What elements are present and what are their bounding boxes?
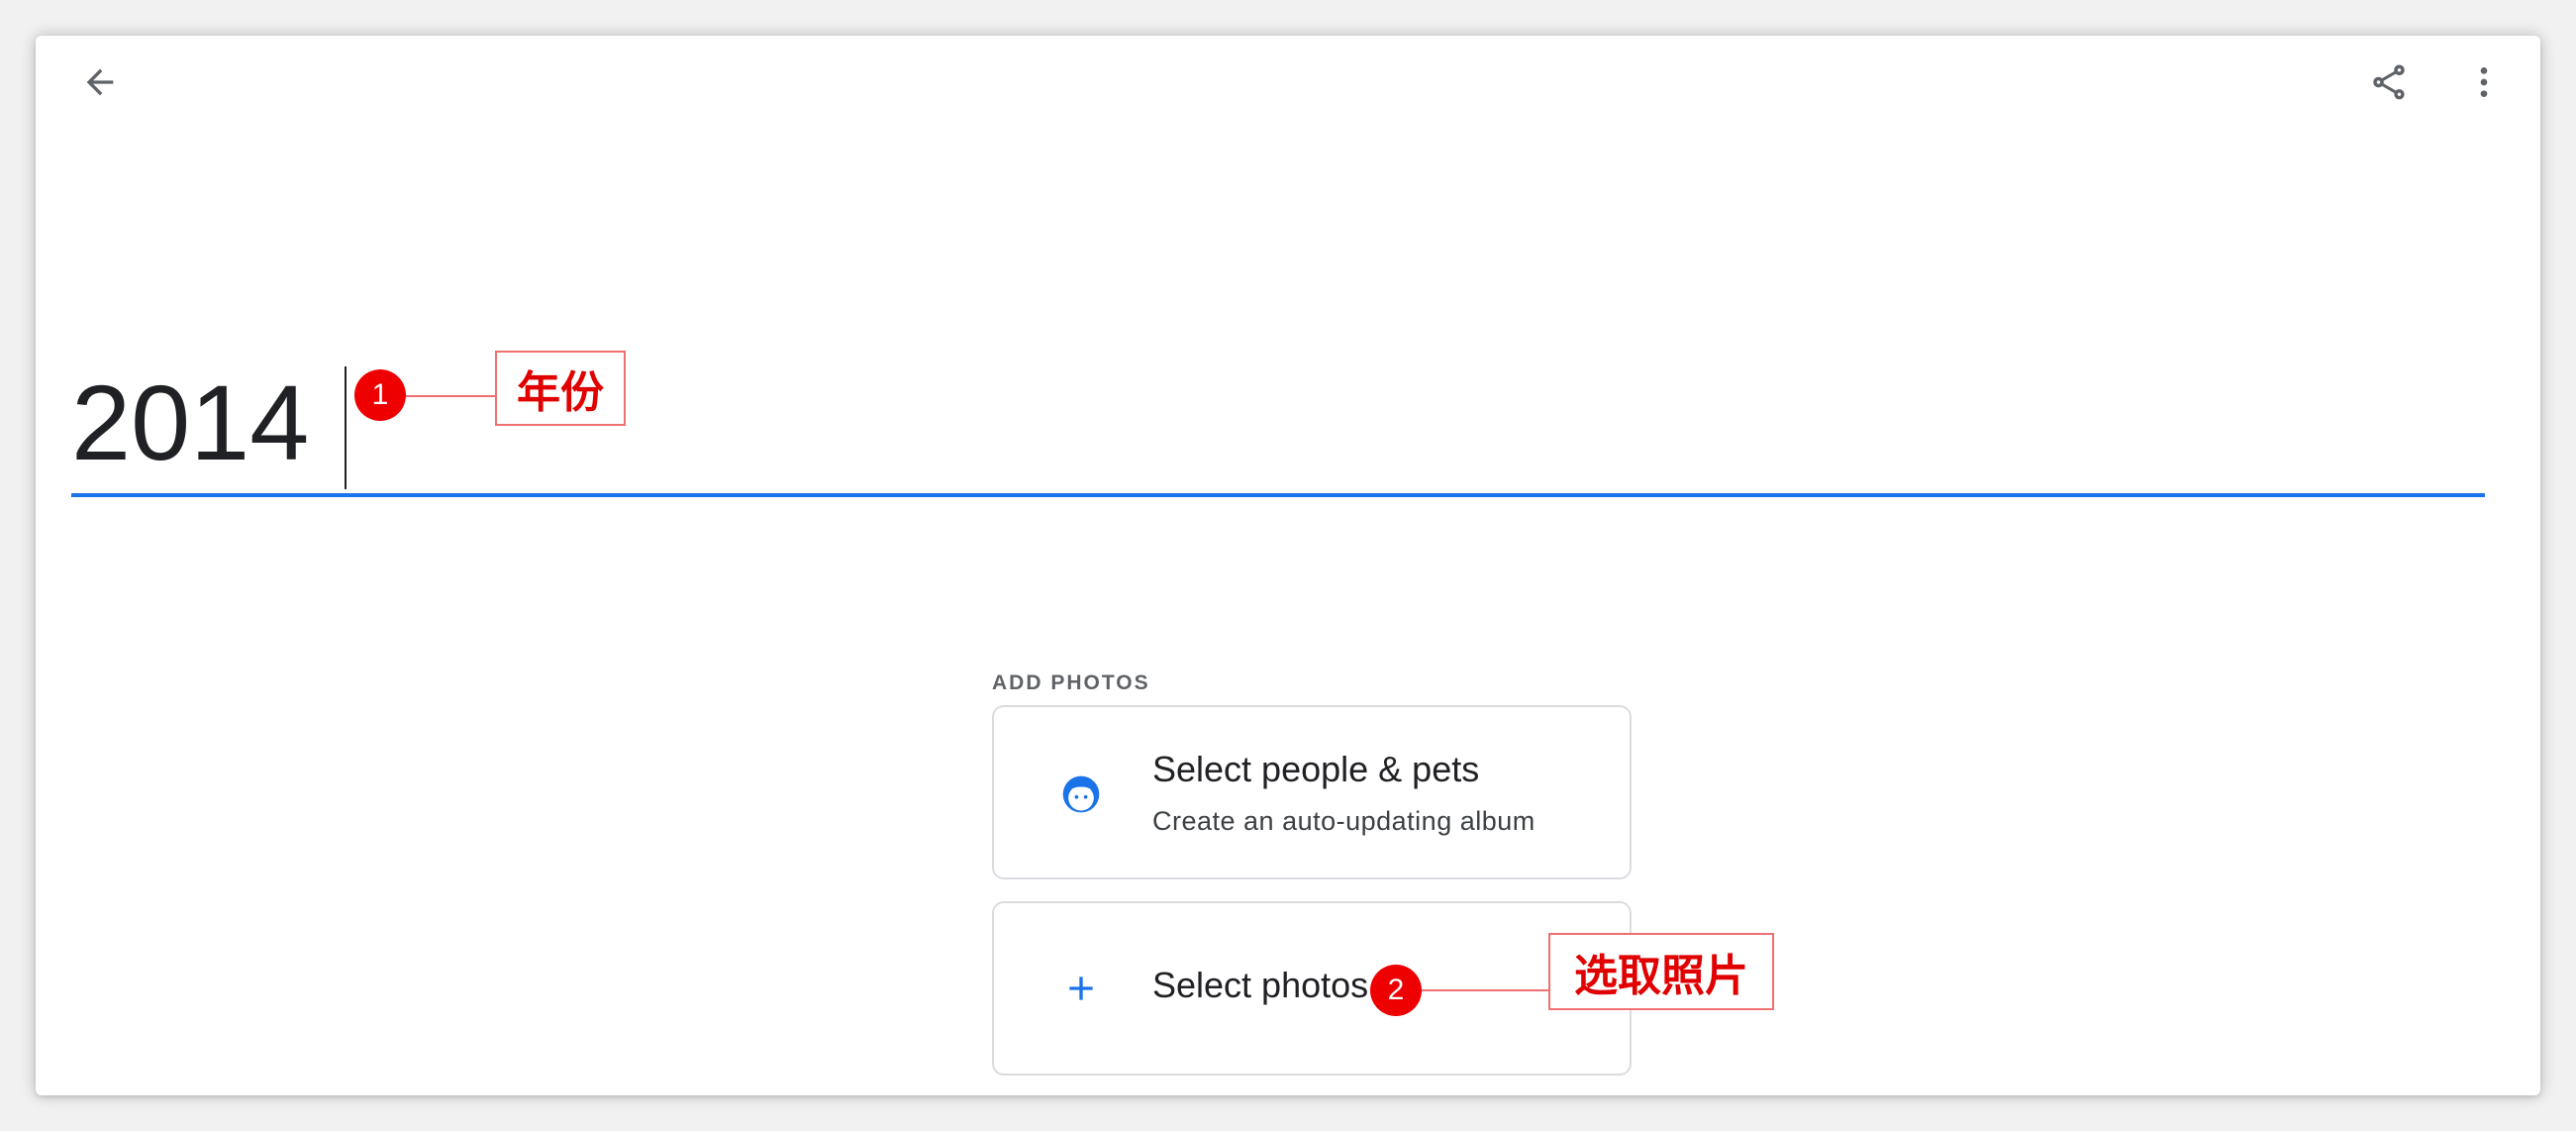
- select-photos-card[interactable]: Select photos: [992, 901, 1632, 1076]
- album-title-field[interactable]: 2014: [71, 333, 2485, 499]
- share-icon: [2373, 64, 2405, 100]
- title-underline: [71, 493, 2485, 497]
- add-photos-heading: ADD PHOTOS: [992, 671, 1150, 694]
- more-options-button[interactable]: [2451, 50, 2517, 115]
- plus-icon: [1057, 965, 1105, 1012]
- back-button[interactable]: [67, 50, 133, 115]
- share-button[interactable]: [2356, 50, 2422, 115]
- arrow-back-icon: [86, 68, 114, 96]
- face-icon: [1057, 771, 1105, 818]
- photos-card-title: Select photos: [1152, 965, 1369, 1005]
- album-editor-window: 2014 1 年份 ADD PHOTOS Select people & pet…: [36, 36, 2540, 1095]
- annotation-label-1: 年份: [495, 351, 626, 426]
- select-people-pets-card[interactable]: Select people & pets Create an auto-upda…: [992, 705, 1632, 879]
- more-vert-icon: [2480, 67, 2488, 97]
- people-card-subtitle: Create an auto-updating album: [1152, 806, 1536, 836]
- text-caret: [345, 366, 347, 489]
- album-title-text[interactable]: 2014: [71, 359, 309, 487]
- people-card-title: Select people & pets: [1152, 749, 1480, 789]
- annotation-marker-1: 1: [354, 369, 406, 421]
- annotation-label-2: 选取照片: [1548, 933, 1774, 1010]
- annotation-marker-2: 2: [1370, 965, 1422, 1016]
